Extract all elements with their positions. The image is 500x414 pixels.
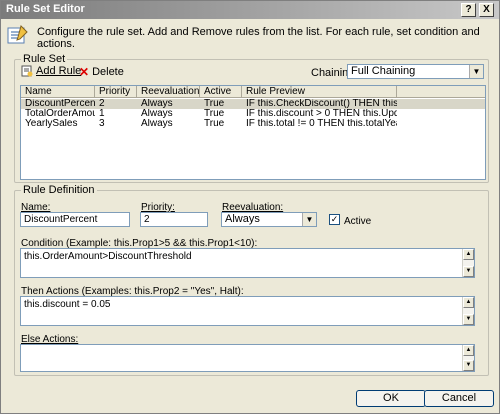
column-header-name[interactable]: Name <box>21 86 95 98</box>
scroll-down-icon[interactable]: ▼ <box>463 314 474 325</box>
cell-reevaluation: Always <box>141 109 173 119</box>
window-title: Rule Set Editor <box>6 3 85 15</box>
scroll-up-icon[interactable]: ▲ <box>463 297 474 308</box>
then-actions-field[interactable]: this.discount = 0.05 ▲ ▼ <box>20 296 475 326</box>
column-header-priority[interactable]: Priority <box>95 86 137 98</box>
add-rule-icon <box>21 65 33 77</box>
condition-value: this.OrderAmount>DiscountThreshold <box>24 251 192 262</box>
rule-set-editor-window: Rule Set Editor ? X Configure the rule s… <box>0 0 500 414</box>
delete-icon: ✕ <box>79 65 90 79</box>
priority-field[interactable]: 2 <box>140 212 208 227</box>
scroll-up-icon[interactable]: ▲ <box>463 345 474 356</box>
scroll-up-icon[interactable]: ▲ <box>463 249 474 260</box>
cell-active: True <box>204 99 225 109</box>
table-row[interactable]: DiscountPercent 2 Always True IF this.Ch… <box>21 99 485 109</box>
scroll-down-icon[interactable]: ▼ <box>463 266 474 277</box>
chevron-down-icon[interactable]: ▼ <box>469 65 483 78</box>
condition-scrollbar[interactable]: ▲ ▼ <box>462 249 474 277</box>
active-checkbox[interactable]: ✓ <box>329 214 340 225</box>
delete-label: Delete <box>92 66 124 78</box>
cell-name: YearlySales <box>25 119 78 129</box>
column-header-rule-preview[interactable]: Rule Preview <box>242 86 397 98</box>
chaining-value: Full Chaining <box>351 65 416 77</box>
ok-button[interactable]: OK <box>356 390 426 407</box>
help-button[interactable]: ? <box>461 3 476 17</box>
cell-name: DiscountPercent <box>25 99 95 109</box>
else-actions-field[interactable]: ▲ ▼ <box>20 344 475 372</box>
cell-name: TotalOrderAmount <box>25 109 95 119</box>
name-field[interactable]: DiscountPercent <box>20 212 130 227</box>
cell-priority: 3 <box>99 119 105 129</box>
rule-definition-group-title: Rule Definition <box>21 184 97 196</box>
else-actions-scrollbar[interactable]: ▲ ▼ <box>462 345 474 371</box>
cancel-button[interactable]: Cancel <box>424 390 494 407</box>
rule-set-group-title: Rule Set <box>21 53 68 65</box>
cell-reevaluation: Always <box>141 99 173 109</box>
column-header-filler <box>397 86 485 98</box>
cell-active: True <box>204 109 225 119</box>
rules-list[interactable]: Name Priority Reevaluation Active Rule P… <box>20 85 486 180</box>
chaining-select[interactable]: Full Chaining ▼ <box>347 64 484 79</box>
cell-priority: 2 <box>99 99 105 109</box>
header-description: Configure the rule set. Add and Remove r… <box>37 26 480 50</box>
rules-list-header: Name Priority Reevaluation Active Rule P… <box>21 86 485 98</box>
chevron-down-icon[interactable]: ▼ <box>302 213 316 226</box>
cell-reevaluation: Always <box>141 119 173 129</box>
cell-rule-preview: IF this.total != 0 THEN this.totalYearly… <box>246 119 397 129</box>
rule-editor-icon <box>7 25 28 44</box>
title-bar: Rule Set Editor ? X <box>1 1 499 19</box>
close-button[interactable]: X <box>479 3 494 17</box>
delete-button[interactable]: ✕ Delete <box>79 65 124 79</box>
add-rule-button[interactable]: Add Rule <box>21 65 81 77</box>
scroll-down-icon[interactable]: ▼ <box>463 360 474 371</box>
then-actions-value: this.discount = 0.05 <box>24 299 111 310</box>
reevaluation-value: Always <box>225 213 260 225</box>
table-row[interactable]: YearlySales 3 Always True IF this.total … <box>21 119 485 129</box>
then-actions-scrollbar[interactable]: ▲ ▼ <box>462 297 474 325</box>
active-label: Active <box>344 216 372 227</box>
cell-priority: 1 <box>99 109 105 119</box>
cell-rule-preview: IF this.discount > 0 THEN this.UpdateT..… <box>246 109 397 119</box>
condition-field[interactable]: this.OrderAmount>DiscountThreshold ▲ ▼ <box>20 248 475 278</box>
column-header-reevaluation[interactable]: Reevaluation <box>137 86 200 98</box>
add-rule-label: Add Rule <box>36 65 82 77</box>
cell-rule-preview: IF this.CheckDiscount() THEN this.disco.… <box>246 99 397 109</box>
table-row[interactable]: TotalOrderAmount 1 Always True IF this.d… <box>21 109 485 119</box>
header-panel: Configure the rule set. Add and Remove r… <box>1 19 499 51</box>
column-header-active[interactable]: Active <box>200 86 242 98</box>
cell-active: True <box>204 119 225 129</box>
reevaluation-select[interactable]: Always ▼ <box>221 212 317 227</box>
